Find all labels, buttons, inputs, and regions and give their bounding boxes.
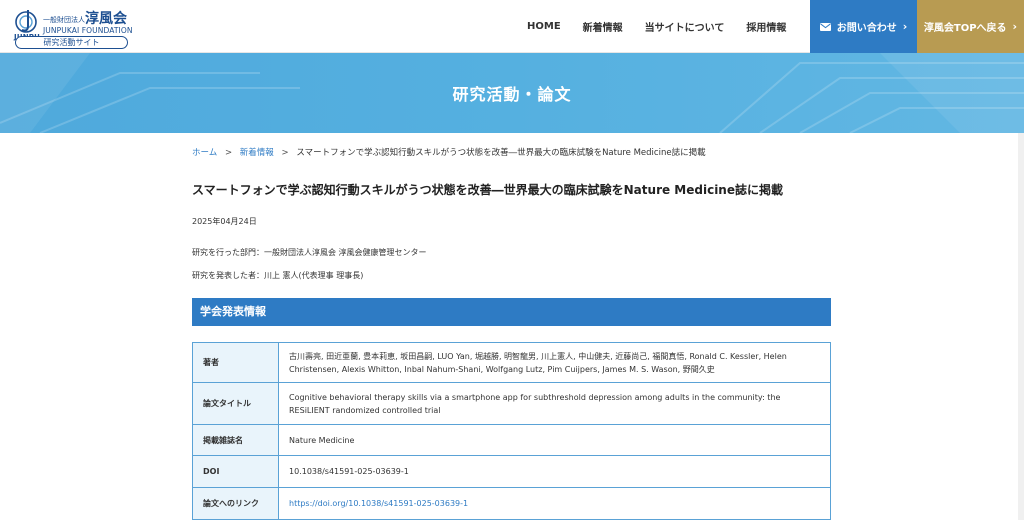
row-value-doi: 10.1038/s41591-025-03639-1 — [278, 455, 831, 488]
contact-button-label: お問い合わせ — [836, 23, 897, 34]
paper-doi-link[interactable]: https://doi.org/10.1038/s41591-025-03639… — [289, 499, 468, 508]
breadcrumb-news-link[interactable]: 新着情報 — [240, 148, 274, 158]
table-row: 掲載雑誌名 Nature Medicine — [192, 424, 831, 456]
main-nav: HOME 新着情報 当サイトについて 採用情報 — [527, 0, 808, 53]
row-label-paper-title: 論文タイトル — [192, 382, 279, 425]
contact-button[interactable]: お問い合わせ › — [810, 0, 917, 53]
breadcrumb-separator: > — [224, 148, 233, 158]
chevron-right-icon: › — [902, 20, 908, 33]
breadcrumb-separator: > — [281, 148, 289, 158]
nav-item-recruit[interactable]: 採用情報 — [746, 19, 786, 34]
row-value-journal: Nature Medicine — [278, 424, 831, 456]
site-header: JUNPU 一般財団法人 淳風会 JUNPUKAI FOUNDATION 研究活… — [0, 0, 1024, 53]
logo-org-type: 一般財団法人 — [43, 16, 85, 24]
nav-item-about[interactable]: 当サイトについて — [645, 19, 725, 34]
nav-item-news[interactable]: 新着情報 — [583, 19, 623, 34]
row-value-paper-link: https://doi.org/10.1038/s41591-025-03639… — [278, 487, 831, 520]
research-department: 研究を行った部門：一般財団法人淳風会 淳風会健康管理センター — [192, 248, 427, 257]
logo-english-name: JUNPUKAI FOUNDATION — [43, 26, 133, 35]
row-value-paper-title: Cognitive behavioral therapy skills via … — [278, 382, 831, 425]
back-to-top-site-button[interactable]: 淳風会TOPへ戻る › — [917, 0, 1024, 53]
row-label-journal: 掲載雑誌名 — [192, 424, 279, 456]
breadcrumb-home-link[interactable]: ホーム — [192, 148, 217, 158]
junpukai-logo[interactable]: JUNPU 一般財団法人 淳風会 JUNPUKAI FOUNDATION 研究活… — [12, 5, 132, 49]
row-label-paper-link: 論文へのリンク — [192, 487, 279, 520]
table-row: 論文タイトル Cognitive behavioral therapy skil… — [192, 382, 831, 425]
research-presenter: 研究を発表した者：川上 憲人(代表理事 理事長) — [192, 271, 364, 280]
back-to-top-site-label: 淳風会TOPへ戻る — [923, 23, 1007, 34]
mail-icon — [819, 22, 831, 31]
nav-item-home[interactable]: HOME — [527, 21, 561, 32]
row-value-authors: 古川壽亮, 田近亜蘭, 豊本莉恵, 坂田昌嗣, LUO Yan, 堀越勝, 明智… — [278, 342, 831, 383]
publication-info-table: 著者 古川壽亮, 田近亜蘭, 豊本莉恵, 坂田昌嗣, LUO Yan, 堀越勝,… — [192, 342, 831, 520]
breadcrumb: ホーム > 新着情報 > スマートフォンで学ぶ認知行動スキルがうつ状態を改善―世… — [192, 146, 706, 158]
table-row: DOI 10.1038/s41591-025-03639-1 — [192, 455, 831, 488]
section-heading: 学会発表情報 — [192, 298, 831, 326]
table-row: 論文へのリンク https://doi.org/10.1038/s41591-0… — [192, 487, 831, 520]
table-row: 著者 古川壽亮, 田近亜蘭, 豊本莉恵, 坂田昌嗣, LUO Yan, 堀越勝,… — [192, 342, 831, 383]
row-label-authors: 著者 — [192, 342, 279, 383]
article-title: スマートフォンで学ぶ認知行動スキルがうつ状態を改善―世界最大の臨床試験をNatu… — [192, 183, 783, 197]
page-title: 研究活動・論文 — [452, 85, 572, 104]
chevron-right-icon: › — [1012, 20, 1018, 33]
breadcrumb-current: スマートフォンで学ぶ認知行動スキルがうつ状態を改善―世界最大の臨床試験をNatu… — [296, 148, 706, 158]
logo-org-name: 淳風会 — [85, 11, 127, 27]
page-hero-banner: 研究活動・論文 — [0, 53, 1024, 133]
page-scrollbar[interactable] — [1018, 133, 1024, 520]
logo-site-badge: 研究活動サイト — [15, 36, 128, 49]
row-label-doi: DOI — [192, 455, 279, 488]
article-date: 2025年04月24日 — [192, 217, 257, 226]
